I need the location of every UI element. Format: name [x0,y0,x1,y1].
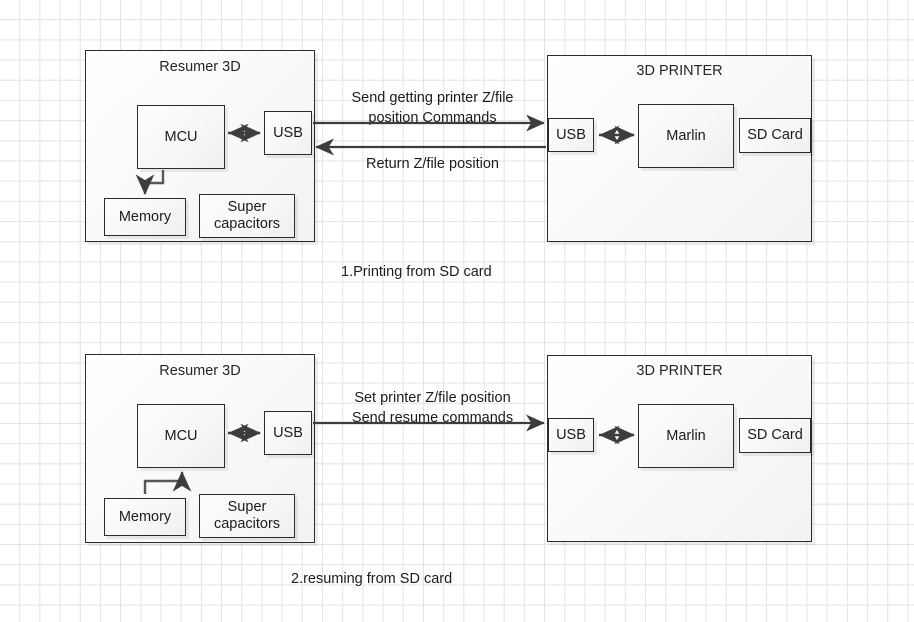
link-label-return-top: Return Z/file position [366,156,499,172]
printer-usb-label-top: USB [556,126,586,143]
mcu-label-bottom: MCU [164,427,198,444]
sdcard-block-bottom[interactable]: SD Card [739,418,811,453]
printer-usb-label-bottom: USB [556,426,586,443]
printer-usb-block-bottom[interactable]: USB [548,418,594,452]
mcu-block-top[interactable]: MCU [137,105,225,169]
supercapacitors-label-bottom: Super capacitors [213,499,281,532]
printer-title-bottom: 3D PRINTER [636,363,723,379]
marlin-label-bottom: Marlin [666,427,706,444]
link-label-forward-top: Send getting printer Z/file position Com… [351,90,514,126]
supercapacitors-block-top[interactable]: Super capacitors [199,194,295,238]
diagram-canvas: Resumer 3D MCU USB Memory Super capacito… [0,0,914,622]
memory-block-bottom[interactable]: Memory [104,498,186,536]
resumer-usb-label-bottom: USB [273,424,303,441]
supercapacitors-block-bottom[interactable]: Super capacitors [199,494,295,538]
marlin-label-top: Marlin [666,127,706,144]
caption-section-2: 2.resuming from SD card [291,571,453,587]
sdcard-label-top: SD Card [747,127,803,144]
marlin-block-top[interactable]: Marlin [638,104,734,168]
resumer-3d-title-bottom: Resumer 3D [159,363,241,379]
supercapacitors-label-top: Super capacitors [213,199,281,232]
link-label-forward-bottom: Set printer Z/file position Send resume … [351,390,514,426]
resumer-usb-block-bottom[interactable]: USB [264,411,312,455]
resumer-usb-block-top[interactable]: USB [264,111,312,155]
marlin-block-bottom[interactable]: Marlin [638,404,734,468]
printer-usb-block-top[interactable]: USB [548,118,594,152]
resumer-3d-title-top: Resumer 3D [159,59,241,75]
resumer-usb-label-top: USB [273,124,303,141]
memory-label-top: Memory [118,208,172,225]
mcu-label-top: MCU [164,128,198,145]
printer-title-top: 3D PRINTER [636,63,723,79]
memory-label-bottom: Memory [118,508,172,525]
memory-block-top[interactable]: Memory [104,198,186,236]
sdcard-block-top[interactable]: SD Card [739,118,811,153]
mcu-block-bottom[interactable]: MCU [137,404,225,468]
caption-section-1: 1.Printing from SD card [341,264,492,280]
sdcard-label-bottom: SD Card [747,427,803,444]
